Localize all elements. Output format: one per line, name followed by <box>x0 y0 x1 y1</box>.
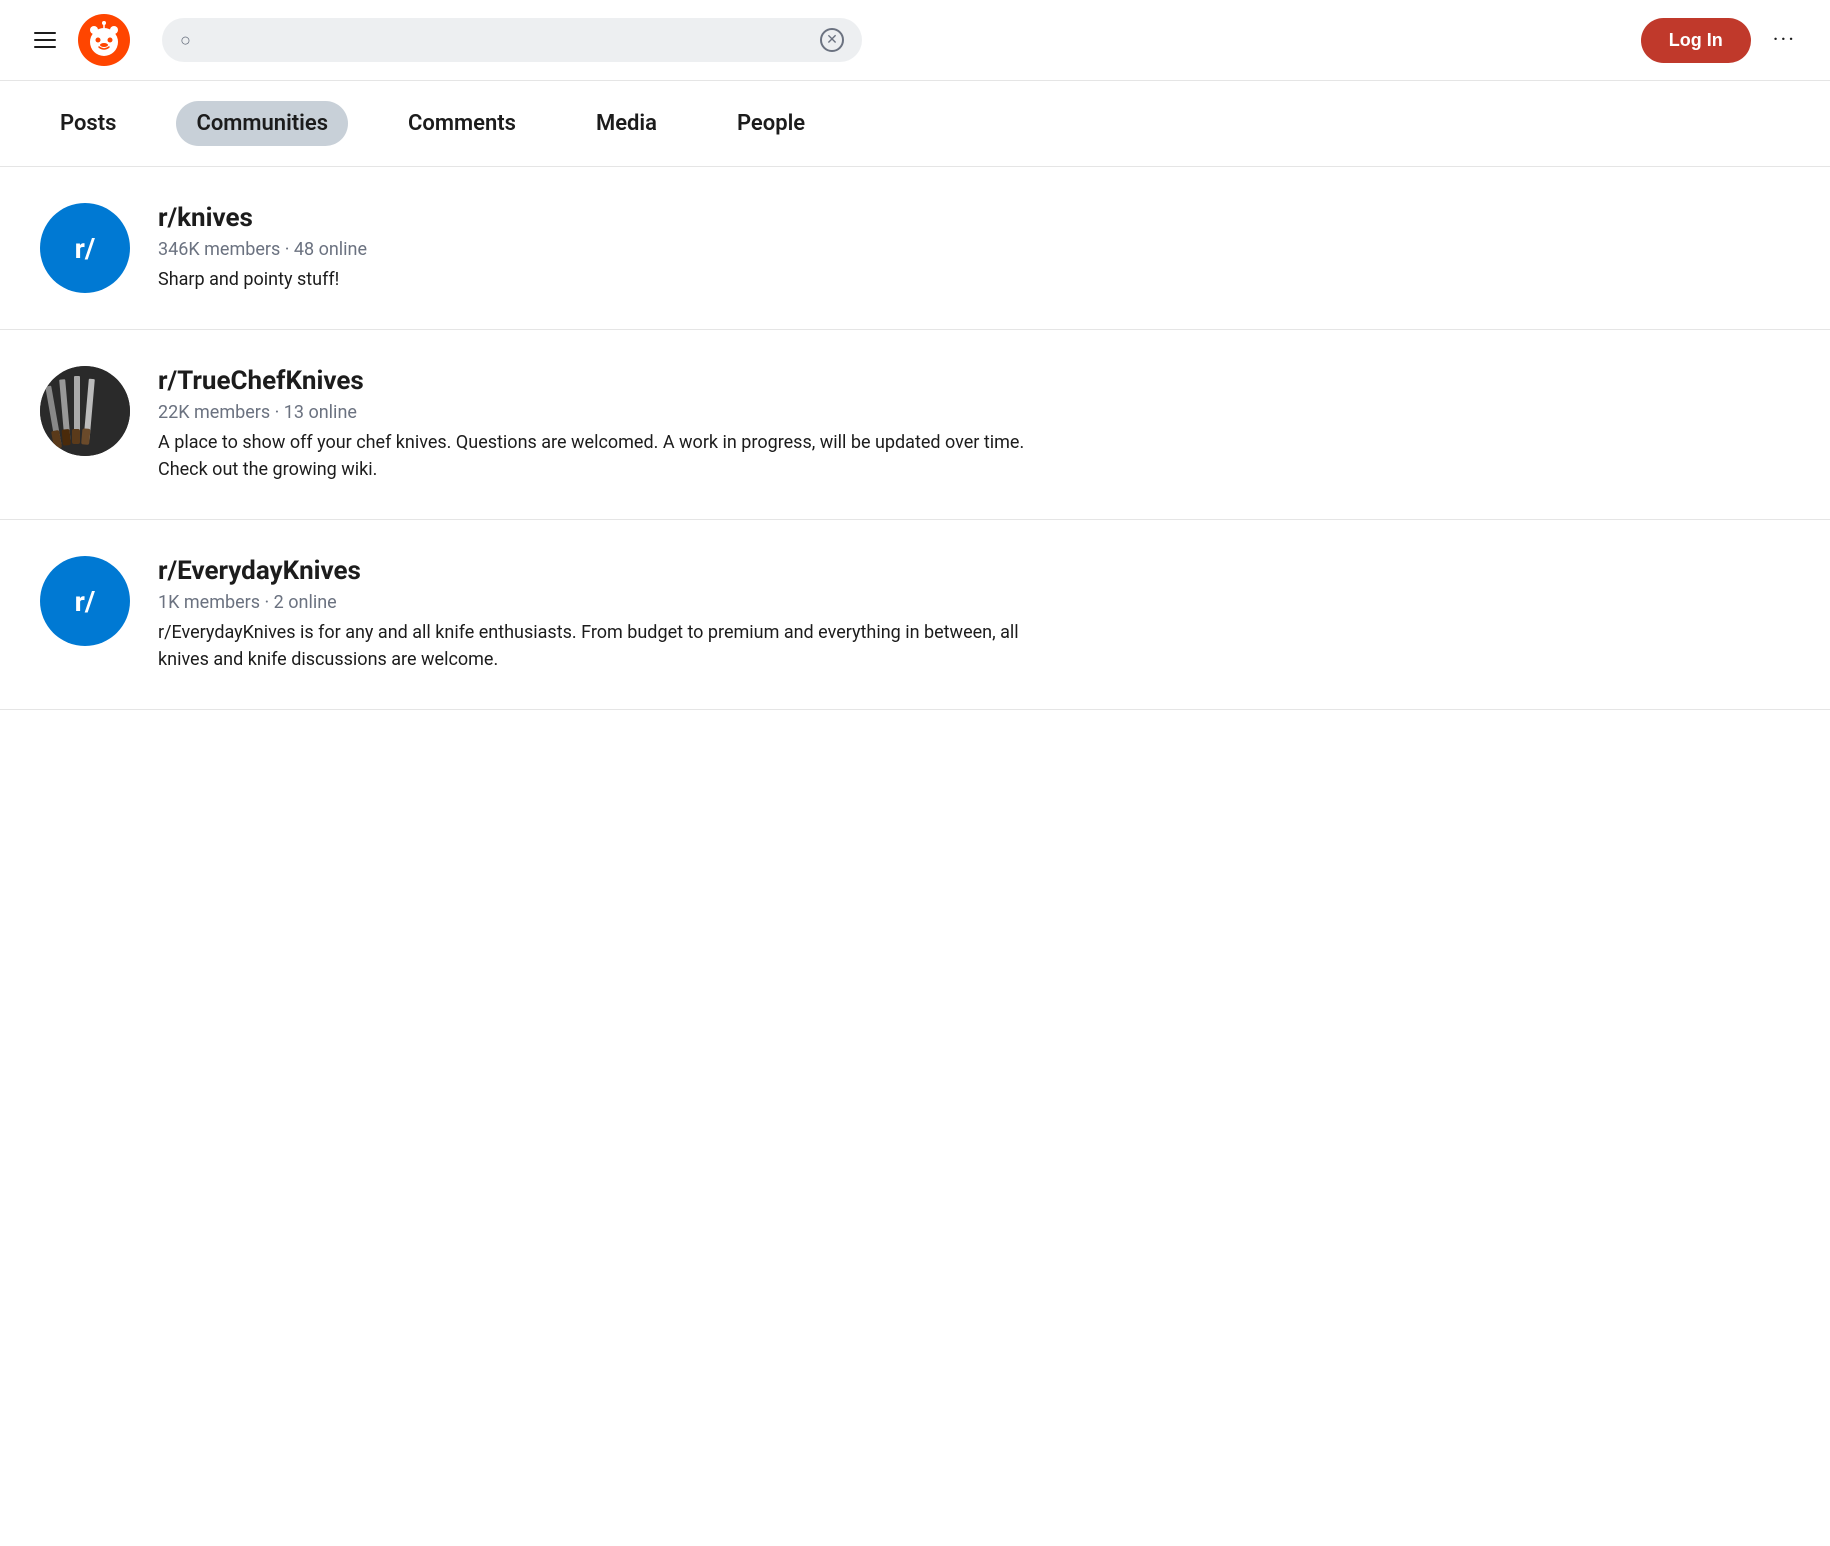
community-stats: 346K members · 48 online <box>158 239 367 260</box>
search-icon: ○ <box>180 30 191 51</box>
community-name: r/EverydayKnives <box>158 556 1058 586</box>
logo-icon <box>78 14 130 66</box>
login-button[interactable]: Log In <box>1641 18 1751 63</box>
header: ○ knives ✕ Log In ··· <box>0 0 1830 81</box>
community-item[interactable]: r/ r/knives 346K members · 48 online Sha… <box>0 167 1830 330</box>
tab-communities[interactable]: Communities <box>176 101 348 146</box>
hamburger-menu[interactable] <box>28 26 62 54</box>
tab-comments[interactable]: Comments <box>388 101 536 146</box>
community-name: r/knives <box>158 203 367 233</box>
clear-search-button[interactable]: ✕ <box>820 28 844 52</box>
community-stats: 22K members · 13 online <box>158 402 1058 423</box>
tab-posts[interactable]: Posts <box>40 101 136 146</box>
community-description: A place to show off your chef knives. Qu… <box>158 429 1058 483</box>
community-info: r/knives 346K members · 48 online Sharp … <box>158 203 367 293</box>
tab-people[interactable]: People <box>717 101 825 146</box>
logo[interactable] <box>78 14 130 66</box>
search-bar: ○ knives ✕ <box>162 18 862 62</box>
community-item[interactable]: r/ r/EverydayKnives 1K members · 2 onlin… <box>0 520 1830 710</box>
community-info: r/TrueChefKnives 22K members · 13 online… <box>158 366 1058 483</box>
search-input[interactable]: knives <box>201 29 810 52</box>
community-avatar: r/ <box>40 556 130 646</box>
community-name: r/TrueChefKnives <box>158 366 1058 396</box>
filter-tabs: Posts Communities Comments Media People <box>0 81 1830 167</box>
more-options-button[interactable]: ··· <box>1767 22 1802 59</box>
tab-media[interactable]: Media <box>576 101 677 146</box>
community-info: r/EverydayKnives 1K members · 2 online r… <box>158 556 1058 673</box>
community-description: Sharp and pointy stuff! <box>158 266 367 293</box>
community-stats: 1K members · 2 online <box>158 592 1058 613</box>
community-description: r/EverydayKnives is for any and all knif… <box>158 619 1058 673</box>
community-avatar: r/ <box>40 203 130 293</box>
header-actions: Log In ··· <box>1641 18 1802 63</box>
community-list: r/ r/knives 346K members · 48 online Sha… <box>0 167 1830 710</box>
community-avatar <box>40 366 130 456</box>
community-item[interactable]: r/TrueChefKnives 22K members · 13 online… <box>0 330 1830 520</box>
